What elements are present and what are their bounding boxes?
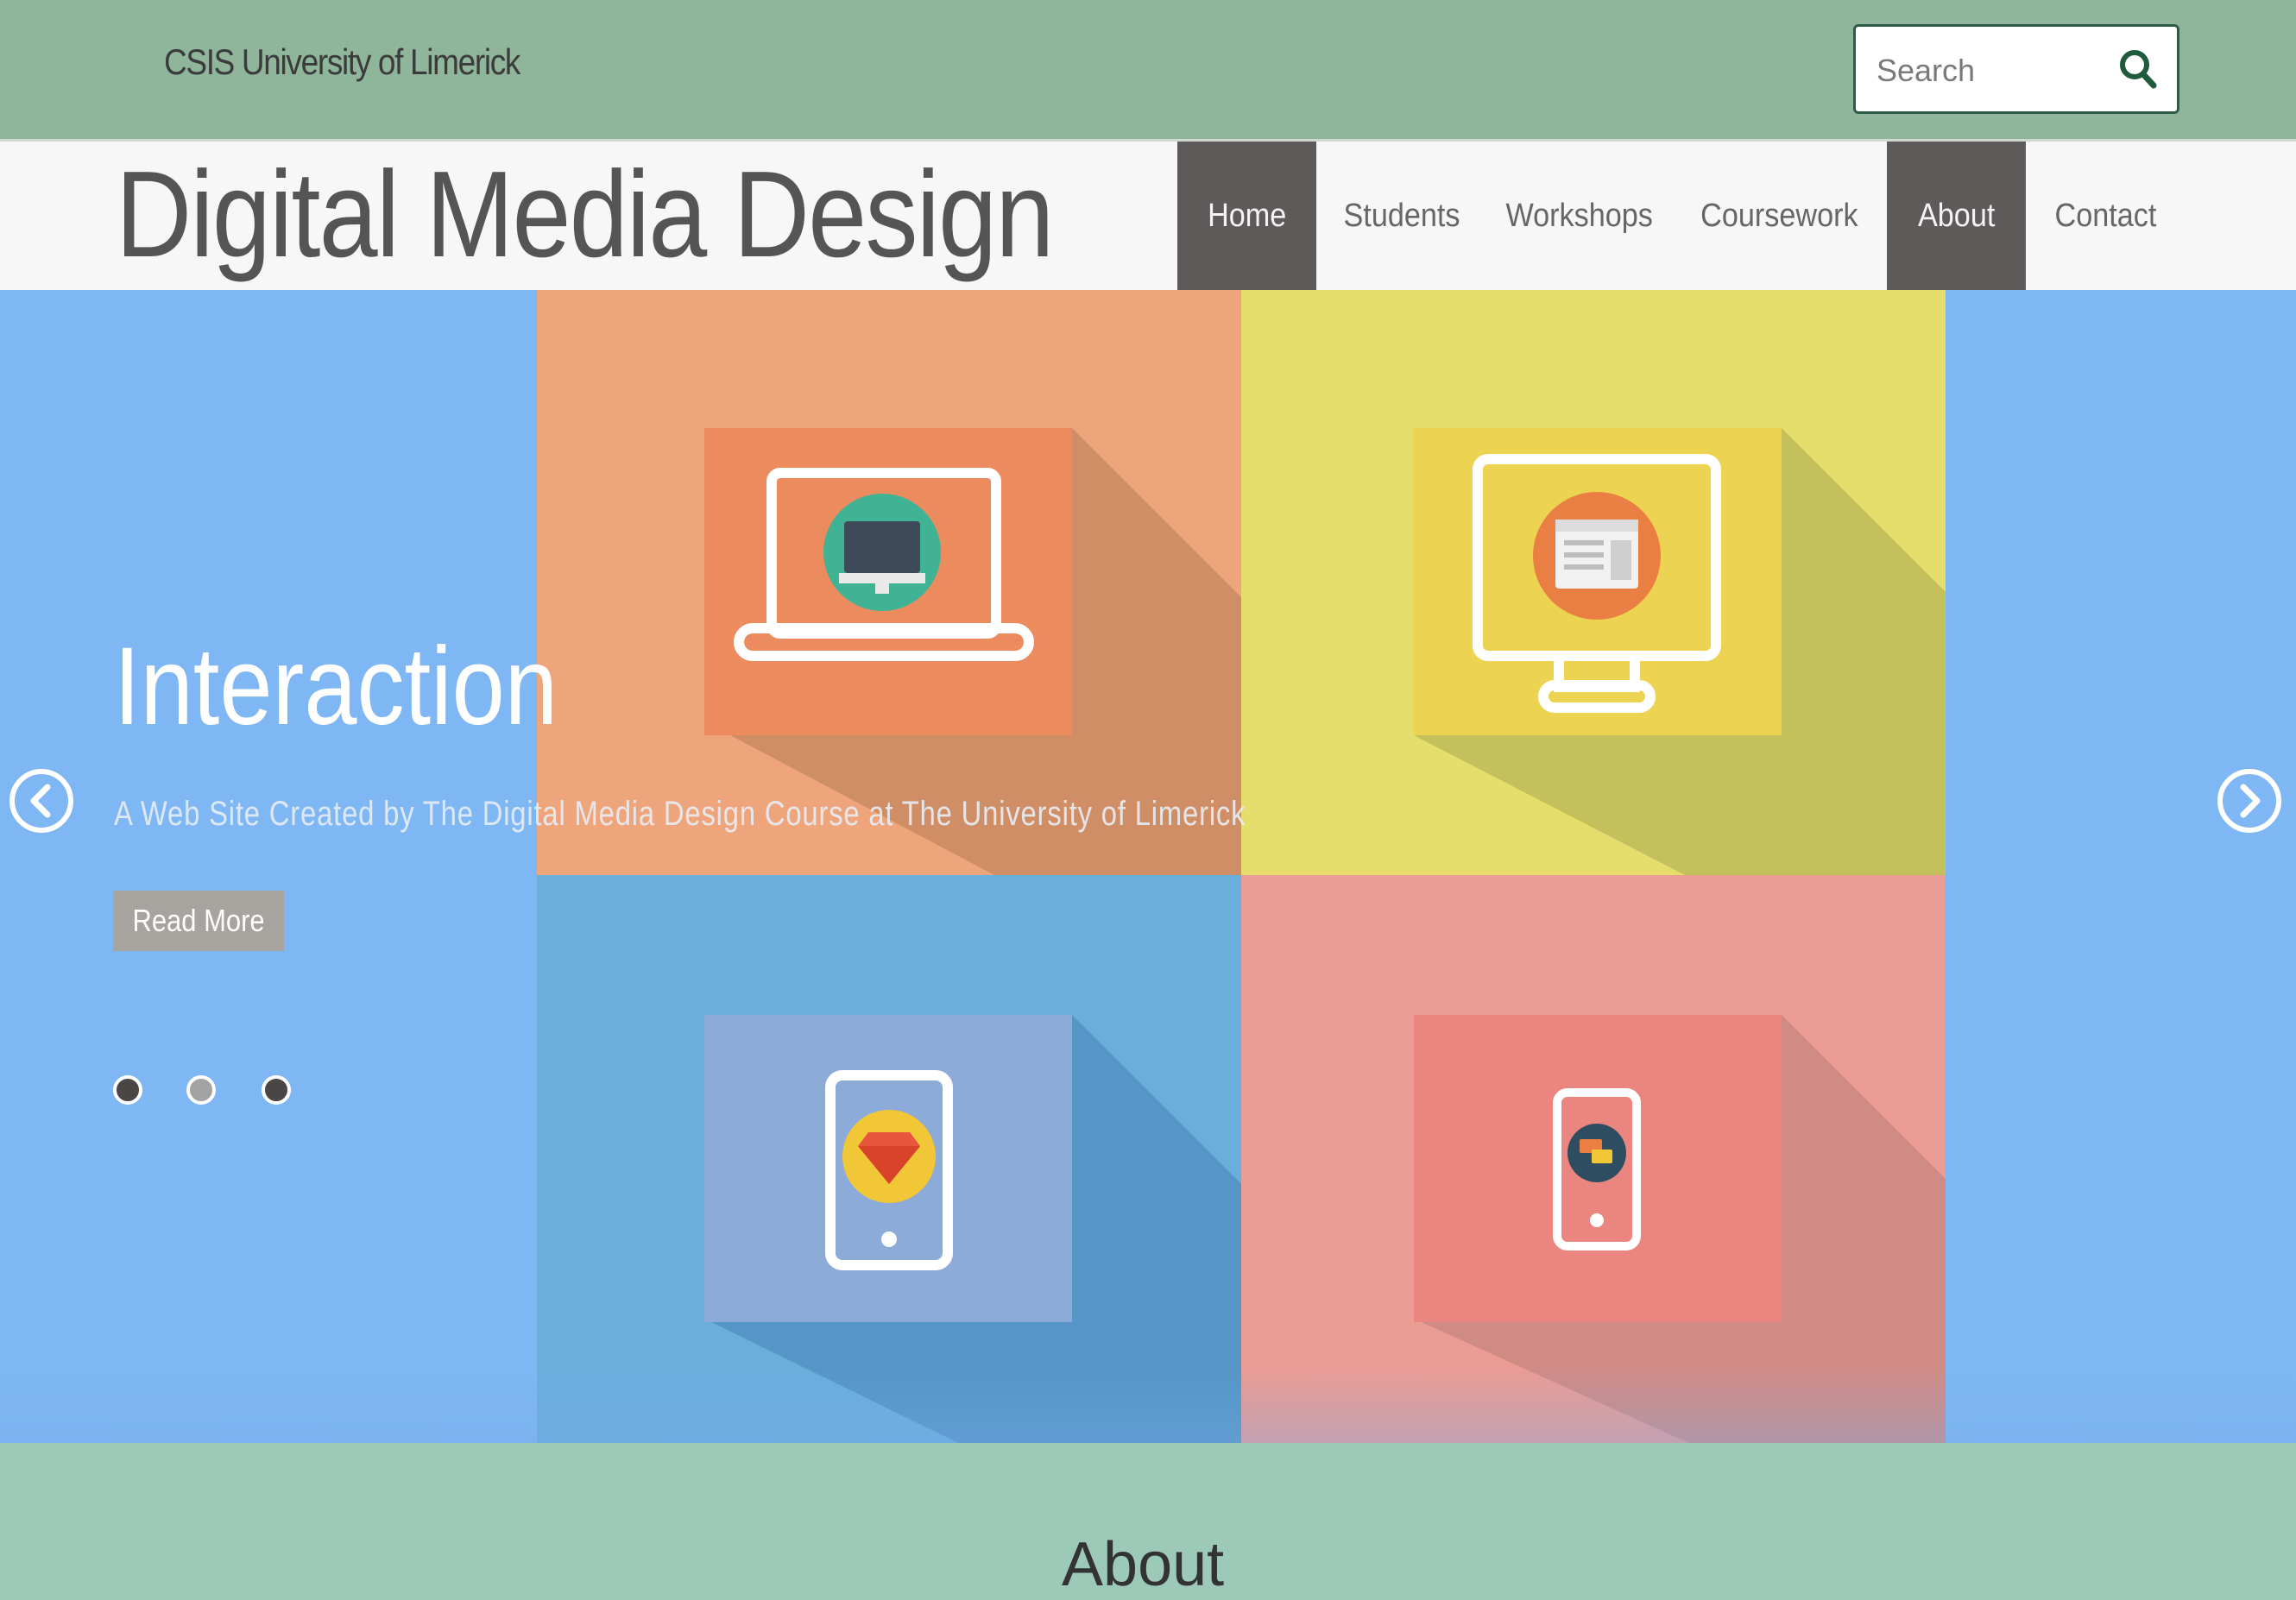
nav-item-contact[interactable]: Contact [2026, 142, 2186, 290]
hero-illustration [537, 290, 1946, 1443]
hero-slider: Interaction A Web Site Created by The Di… [0, 290, 2296, 1443]
nav-item-students[interactable]: Students [1316, 142, 1487, 290]
nav-item-label: Contact [2054, 197, 2157, 234]
read-more-label: Read More [132, 903, 265, 938]
nav-item-home[interactable]: Home [1177, 142, 1316, 290]
search-button[interactable] [2113, 44, 2165, 96]
read-more-button[interactable]: Read More [113, 891, 284, 951]
site-brand[interactable]: CSIS University of Limerick [164, 41, 520, 83]
nav-item-workshops[interactable]: Workshops [1487, 142, 1671, 290]
nav-item-coursework[interactable]: Coursework [1671, 142, 1887, 290]
page-title: Digital Media Design [116, 146, 1054, 283]
nav-item-label: Coursework [1700, 197, 1858, 234]
top-bar: CSIS University of Limerick [0, 0, 2296, 142]
nav-item-label: Home [1207, 197, 1287, 234]
nav-item-label: Workshops [1505, 197, 1653, 234]
slide-dot-1[interactable] [113, 1075, 142, 1105]
search-box [1853, 24, 2179, 114]
header: Digital Media Design Home Students Works… [0, 142, 2296, 290]
main-nav: Home Students Workshops Coursework About… [1177, 142, 2186, 290]
search-icon [2120, 50, 2157, 89]
nav-item-about[interactable]: About [1887, 142, 2026, 290]
slide-heading: Interaction [114, 625, 558, 748]
about-section: About [0, 1443, 2296, 1599]
chevron-right-circle-icon [2217, 769, 2281, 833]
slide-dot-3[interactable] [262, 1075, 291, 1105]
search-input[interactable] [1875, 42, 2120, 99]
prev-slide-button[interactable] [5, 765, 78, 837]
slide-subheading: A Web Site Created by The Digital Media … [114, 795, 1246, 833]
chevron-left-circle-icon [9, 769, 73, 833]
nav-item-label: About [1917, 197, 1996, 234]
next-slide-button[interactable] [2213, 765, 2286, 837]
slide-dot-2[interactable] [186, 1075, 216, 1105]
about-heading: About [1062, 1530, 1225, 1599]
nav-item-label: Students [1343, 197, 1460, 234]
